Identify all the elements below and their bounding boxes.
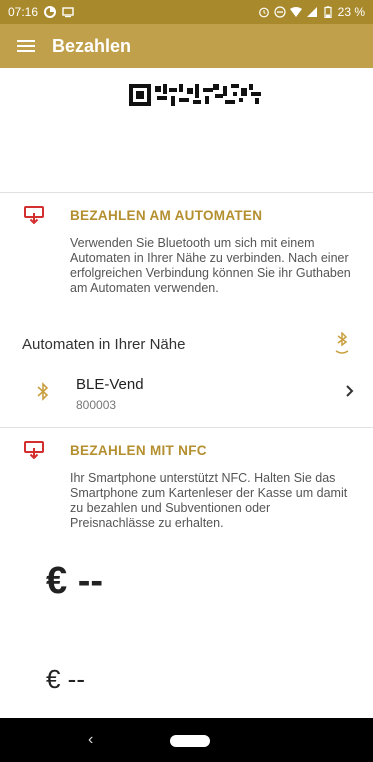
- status-bar: 07:16 23 %: [0, 0, 373, 24]
- signal-icon: [306, 7, 317, 17]
- balance-secondary: € --: [46, 664, 85, 694]
- bluetooth-icon: [37, 382, 49, 401]
- nearby-header: Automaten in Ihrer Nähe: [0, 330, 373, 358]
- status-time: 07:16: [8, 5, 39, 19]
- dnd-icon: [274, 6, 286, 18]
- bluetooth-searching-icon[interactable]: [333, 332, 351, 356]
- hamburger-menu-icon[interactable]: [0, 24, 52, 68]
- qr-code: [129, 84, 261, 106]
- qr-code-area: [0, 68, 373, 192]
- cast-icon: [62, 7, 74, 18]
- divider: [0, 192, 373, 193]
- device-name: BLE-Vend: [76, 376, 144, 393]
- wifi-icon: [289, 7, 302, 17]
- nearby-label: Automaten in Ihrer Nähe: [22, 335, 186, 353]
- divider: [0, 427, 373, 428]
- data-saver-icon: [44, 6, 57, 18]
- battery-icon: [324, 6, 332, 18]
- home-pill-icon[interactable]: [170, 735, 210, 747]
- nfc-section-title: BEZAHLEN MIT NFC: [70, 442, 207, 458]
- nfc-section: BEZAHLEN MIT NFC Ihr Smartphone unterstü…: [0, 441, 373, 531]
- alarm-icon: [258, 7, 269, 18]
- automat-section-text: Verwenden Sie Bluetooth um sich mit eine…: [70, 236, 351, 295]
- payment-terminal-icon: [24, 206, 44, 224]
- device-list-item[interactable]: BLE-Vend 800003: [0, 370, 373, 418]
- automat-section-title: BEZAHLEN AM AUTOMATEN: [70, 207, 263, 223]
- system-nav-bar: ‹: [0, 718, 373, 762]
- back-chevron-icon[interactable]: ‹: [88, 731, 93, 749]
- app-bar: Bezahlen: [0, 24, 373, 68]
- page-title: Bezahlen: [52, 35, 132, 56]
- device-id: 800003: [76, 398, 117, 412]
- nfc-section-text: Ihr Smartphone unterstützt NFC. Halten S…: [70, 471, 348, 530]
- balance-primary: € --: [46, 560, 103, 602]
- automat-section: BEZAHLEN AM AUTOMATEN Verwenden Sie Blue…: [0, 206, 373, 296]
- battery-percent: 23 %: [337, 5, 365, 19]
- chevron-right-icon: [346, 385, 354, 397]
- payment-terminal-icon: [24, 441, 44, 459]
